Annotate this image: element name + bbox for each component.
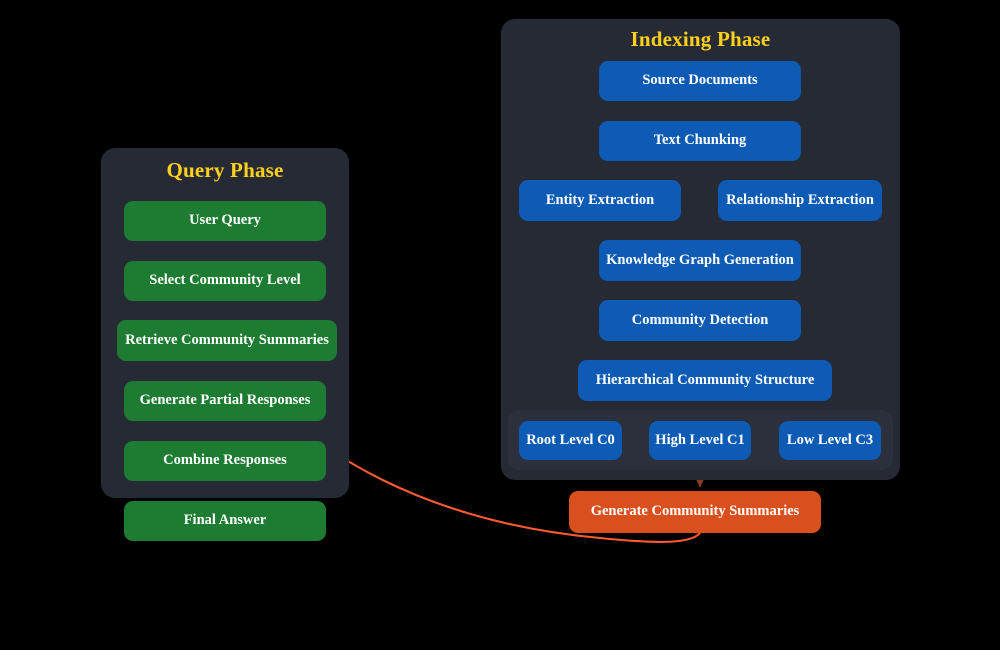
node-source-documents[interactable]: Source Documents xyxy=(599,61,801,101)
node-entity-extraction[interactable]: Entity Extraction xyxy=(519,180,681,221)
diagram-canvas: Query Phase User Query Select Community … xyxy=(0,0,1000,650)
node-label: Knowledge Graph Generation xyxy=(606,251,794,268)
node-label: User Query xyxy=(189,212,261,229)
node-hierarchical-community-structure[interactable]: Hierarchical Community Structure xyxy=(578,360,832,401)
indexing-phase-title: Indexing Phase xyxy=(630,27,771,51)
node-low-level-c3[interactable]: Low Level C3 xyxy=(779,421,881,460)
node-label: Hierarchical Community Structure xyxy=(595,371,815,388)
node-label: Select Community Level xyxy=(149,272,301,289)
node-label: Relationship Extraction xyxy=(726,191,874,208)
query-phase-title: Query Phase xyxy=(166,158,284,182)
node-community-detection[interactable]: Community Detection xyxy=(599,300,801,341)
node-combine-responses[interactable]: Combine Responses xyxy=(124,441,326,481)
node-retrieve-community-summaries[interactable]: Retrieve Community Summaries xyxy=(117,320,337,361)
node-label: Low Level C3 xyxy=(786,431,874,448)
node-select-community-level[interactable]: Select Community Level xyxy=(124,261,326,301)
node-knowledge-graph-generation[interactable]: Knowledge Graph Generation xyxy=(599,240,801,281)
node-label: High Level C1 xyxy=(655,431,745,448)
node-label: Root Level C0 xyxy=(526,431,615,448)
node-label: Text Chunking xyxy=(653,132,747,149)
node-label: Generate Partial Responses xyxy=(139,392,311,409)
node-label: Retrieve Community Summaries xyxy=(125,331,329,348)
node-label: Generate Community Summaries xyxy=(590,503,800,520)
node-user-query[interactable]: User Query xyxy=(124,201,326,241)
node-final-answer[interactable]: Final Answer xyxy=(124,501,326,541)
node-generate-community-summaries[interactable]: Generate Community Summaries xyxy=(569,491,821,533)
node-text-chunking[interactable]: Text Chunking xyxy=(599,121,801,161)
node-label: Entity Extraction xyxy=(545,191,655,208)
node-label: Source Documents xyxy=(642,72,758,89)
node-label: Community Detection xyxy=(631,311,769,328)
node-root-level-c0[interactable]: Root Level C0 xyxy=(519,421,622,460)
node-label: Combine Responses xyxy=(163,452,287,469)
node-high-level-c1[interactable]: High Level C1 xyxy=(649,421,751,460)
node-generate-partial-responses[interactable]: Generate Partial Responses xyxy=(124,381,326,421)
node-relationship-extraction[interactable]: Relationship Extraction xyxy=(718,180,882,221)
node-label: Final Answer xyxy=(183,512,267,529)
